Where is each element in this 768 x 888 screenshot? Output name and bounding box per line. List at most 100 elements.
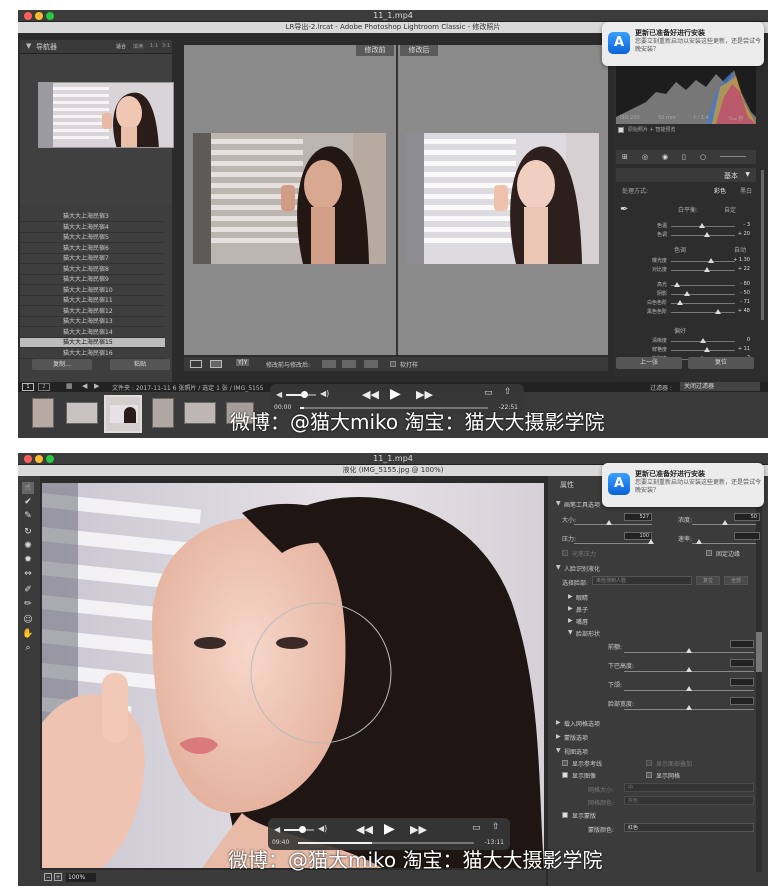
basic-slider-row[interactable]: 色调 + 20: [614, 231, 754, 240]
view-options-section[interactable]: 视图选项: [564, 747, 588, 756]
select-face-dropdown[interactable]: 未检测到人脸: [592, 576, 692, 585]
volume-knob[interactable]: [299, 826, 306, 833]
freeze-mask-tool-icon[interactable]: ✐: [22, 584, 34, 596]
slider-value[interactable]: + 1.30: [733, 257, 750, 263]
file-list-item[interactable]: 猫大大上海民宿11: [20, 296, 165, 306]
face-slider-input[interactable]: [730, 659, 754, 667]
crop-tool-icon[interactable]: ◎: [642, 153, 648, 161]
mask-options-section[interactable]: 蒙版选项: [564, 733, 588, 742]
pucker-tool-icon[interactable]: ✺: [22, 540, 34, 552]
nose-section[interactable]: 鼻子: [576, 605, 588, 614]
slider-value[interactable]: + 11: [738, 346, 750, 352]
play-icon[interactable]: ▶: [390, 386, 401, 402]
file-list-item[interactable]: 猫大大上海民宿6: [20, 244, 165, 254]
load-mesh-section[interactable]: 载入网格选项: [564, 719, 600, 728]
slider-thumb[interactable]: [703, 232, 710, 237]
properties-scrollbar[interactable]: [756, 492, 762, 872]
page-tab-1[interactable]: 1: [22, 383, 34, 391]
face-slider-input[interactable]: [730, 697, 754, 705]
film-thumb-4[interactable]: [152, 398, 174, 428]
mask-color-dropdown[interactable]: 红色: [624, 823, 754, 832]
slider-track[interactable]: [671, 312, 735, 313]
file-list-item[interactable]: 猫大大上海民宿15: [20, 338, 165, 348]
show-guides-checkbox[interactable]: [562, 760, 568, 766]
slider-thumb[interactable]: [684, 291, 690, 296]
basic-slider-row[interactable]: 对比度 + 22: [614, 266, 754, 275]
show-face-overlay-checkbox[interactable]: [646, 760, 652, 766]
file-list-item[interactable]: 猫大大上海民宿5: [20, 233, 165, 243]
bloat-tool-icon[interactable]: ✹: [22, 554, 34, 566]
navigator-thumbnail[interactable]: [38, 82, 174, 148]
expand-triangle-icon[interactable]: ▶: [568, 605, 573, 612]
page-tab-2[interactable]: 2: [38, 383, 50, 391]
film-thumb-2[interactable]: [66, 402, 98, 424]
redeye-icon[interactable]: ▯: [682, 153, 686, 161]
file-list-item[interactable]: 猫大大上海民宿4: [20, 223, 165, 233]
nav-3to1-option[interactable]: 3:1: [162, 43, 170, 49]
slider-value[interactable]: - 3: [743, 222, 750, 228]
rewind-icon[interactable]: ◀◀: [362, 388, 379, 401]
slider-value[interactable]: + 22: [738, 266, 750, 272]
twirl-tool-icon[interactable]: ↻: [22, 526, 34, 538]
forward-arrow-icon[interactable]: ▶: [94, 382, 99, 390]
liquify-canvas[interactable]: [42, 483, 544, 868]
film-thumb-1[interactable]: [32, 398, 54, 428]
size-slider[interactable]: [574, 524, 652, 525]
file-list-item[interactable]: 猫大大上海民宿8: [20, 265, 165, 275]
update-notification[interactable]: A 更新已准备好进行安装 您要立刻重新启动以安装这些更新，还是尝试今晚安装？: [602, 22, 764, 66]
density-slider-thumb[interactable]: [722, 520, 728, 525]
nav-fit-option[interactable]: 适合: [116, 43, 126, 50]
basic-slider-row[interactable]: 黑色色阶 + 48: [614, 308, 754, 317]
size-input[interactable]: 527: [624, 513, 652, 521]
zoom-level[interactable]: 100%: [66, 873, 96, 882]
panel-scrollbar[interactable]: [761, 170, 764, 320]
basic-slider-row[interactable]: 色温 - 3: [614, 222, 754, 231]
show-mask-checkbox[interactable]: [562, 812, 568, 818]
show-image-checkbox[interactable]: [562, 772, 568, 778]
face-slider-thumb[interactable]: [686, 648, 692, 653]
reconstruct-tool-icon[interactable]: ✔: [22, 496, 34, 508]
slider-thumb[interactable]: [700, 338, 706, 343]
basic-slider-row[interactable]: 鲜艳度 + 11: [614, 346, 754, 355]
pressure-slider-thumb[interactable]: [648, 539, 654, 544]
brush-slider[interactable]: [720, 156, 746, 157]
expand-triangle-icon[interactable]: ▶: [568, 617, 573, 624]
face-all-button[interactable]: 全部: [724, 576, 748, 585]
collapse-triangle-icon[interactable]: ▼: [556, 747, 561, 754]
nav-fill-option[interactable]: 填满: [133, 43, 143, 50]
file-list-item[interactable]: 猫大大上海民宿12: [20, 307, 165, 317]
collapse-triangle-icon[interactable]: ▼: [568, 629, 573, 636]
slider-value[interactable]: 0: [747, 337, 750, 343]
rate-input[interactable]: [734, 532, 760, 540]
fast-forward-icon[interactable]: ▶▶: [416, 388, 433, 401]
airplay-icon[interactable]: ▭: [472, 823, 481, 833]
grid-tool-icon[interactable]: ⊞: [622, 153, 628, 161]
collapse-triangle-icon[interactable]: ▼: [26, 42, 31, 50]
airplay-icon[interactable]: ▭: [484, 388, 493, 398]
nav-1to1-option[interactable]: 1:1: [150, 43, 158, 49]
file-list-item[interactable]: 猫大大上海民宿16: [20, 349, 165, 359]
basic-slider-row[interactable]: 白色色阶 - 71: [614, 299, 754, 308]
fast-forward-icon[interactable]: ▶▶: [410, 823, 427, 836]
wb-value[interactable]: 自定: [724, 205, 736, 214]
mesh-color-dropdown[interactable]: 灰色: [624, 796, 754, 805]
thaw-mask-tool-icon[interactable]: ✏: [22, 598, 34, 610]
file-list-item[interactable]: 猫大大上海民宿10: [20, 286, 165, 296]
update-notification[interactable]: A 更新已准备好进行安装 您要立刻重新启动以安装这些更新，还是尝试今晚安装？: [602, 463, 764, 507]
volume-knob[interactable]: [301, 391, 308, 398]
previous-button[interactable]: 上一张: [616, 357, 682, 369]
hand-tool-icon[interactable]: ✋: [22, 628, 34, 640]
swap-button[interactable]: [364, 360, 378, 368]
basic-slider-row[interactable]: 清晰度 0: [614, 337, 754, 346]
slider-thumb[interactable]: [707, 258, 714, 263]
zoom-out-icon[interactable]: −: [44, 873, 52, 881]
file-list-item[interactable]: 猫大大上海民宿14: [20, 328, 165, 338]
grid-view-icon[interactable]: [210, 360, 222, 368]
file-list-item[interactable]: 猫大大上海民宿13: [20, 317, 165, 327]
mouth-section[interactable]: 嘴唇: [576, 617, 588, 626]
slider-value[interactable]: - 80: [740, 281, 750, 287]
collapse-triangle-icon[interactable]: ▼: [745, 171, 750, 178]
tone-auto[interactable]: 自动: [734, 245, 746, 254]
copy-after-before-button[interactable]: [342, 360, 356, 368]
size-slider-thumb[interactable]: [606, 520, 612, 525]
